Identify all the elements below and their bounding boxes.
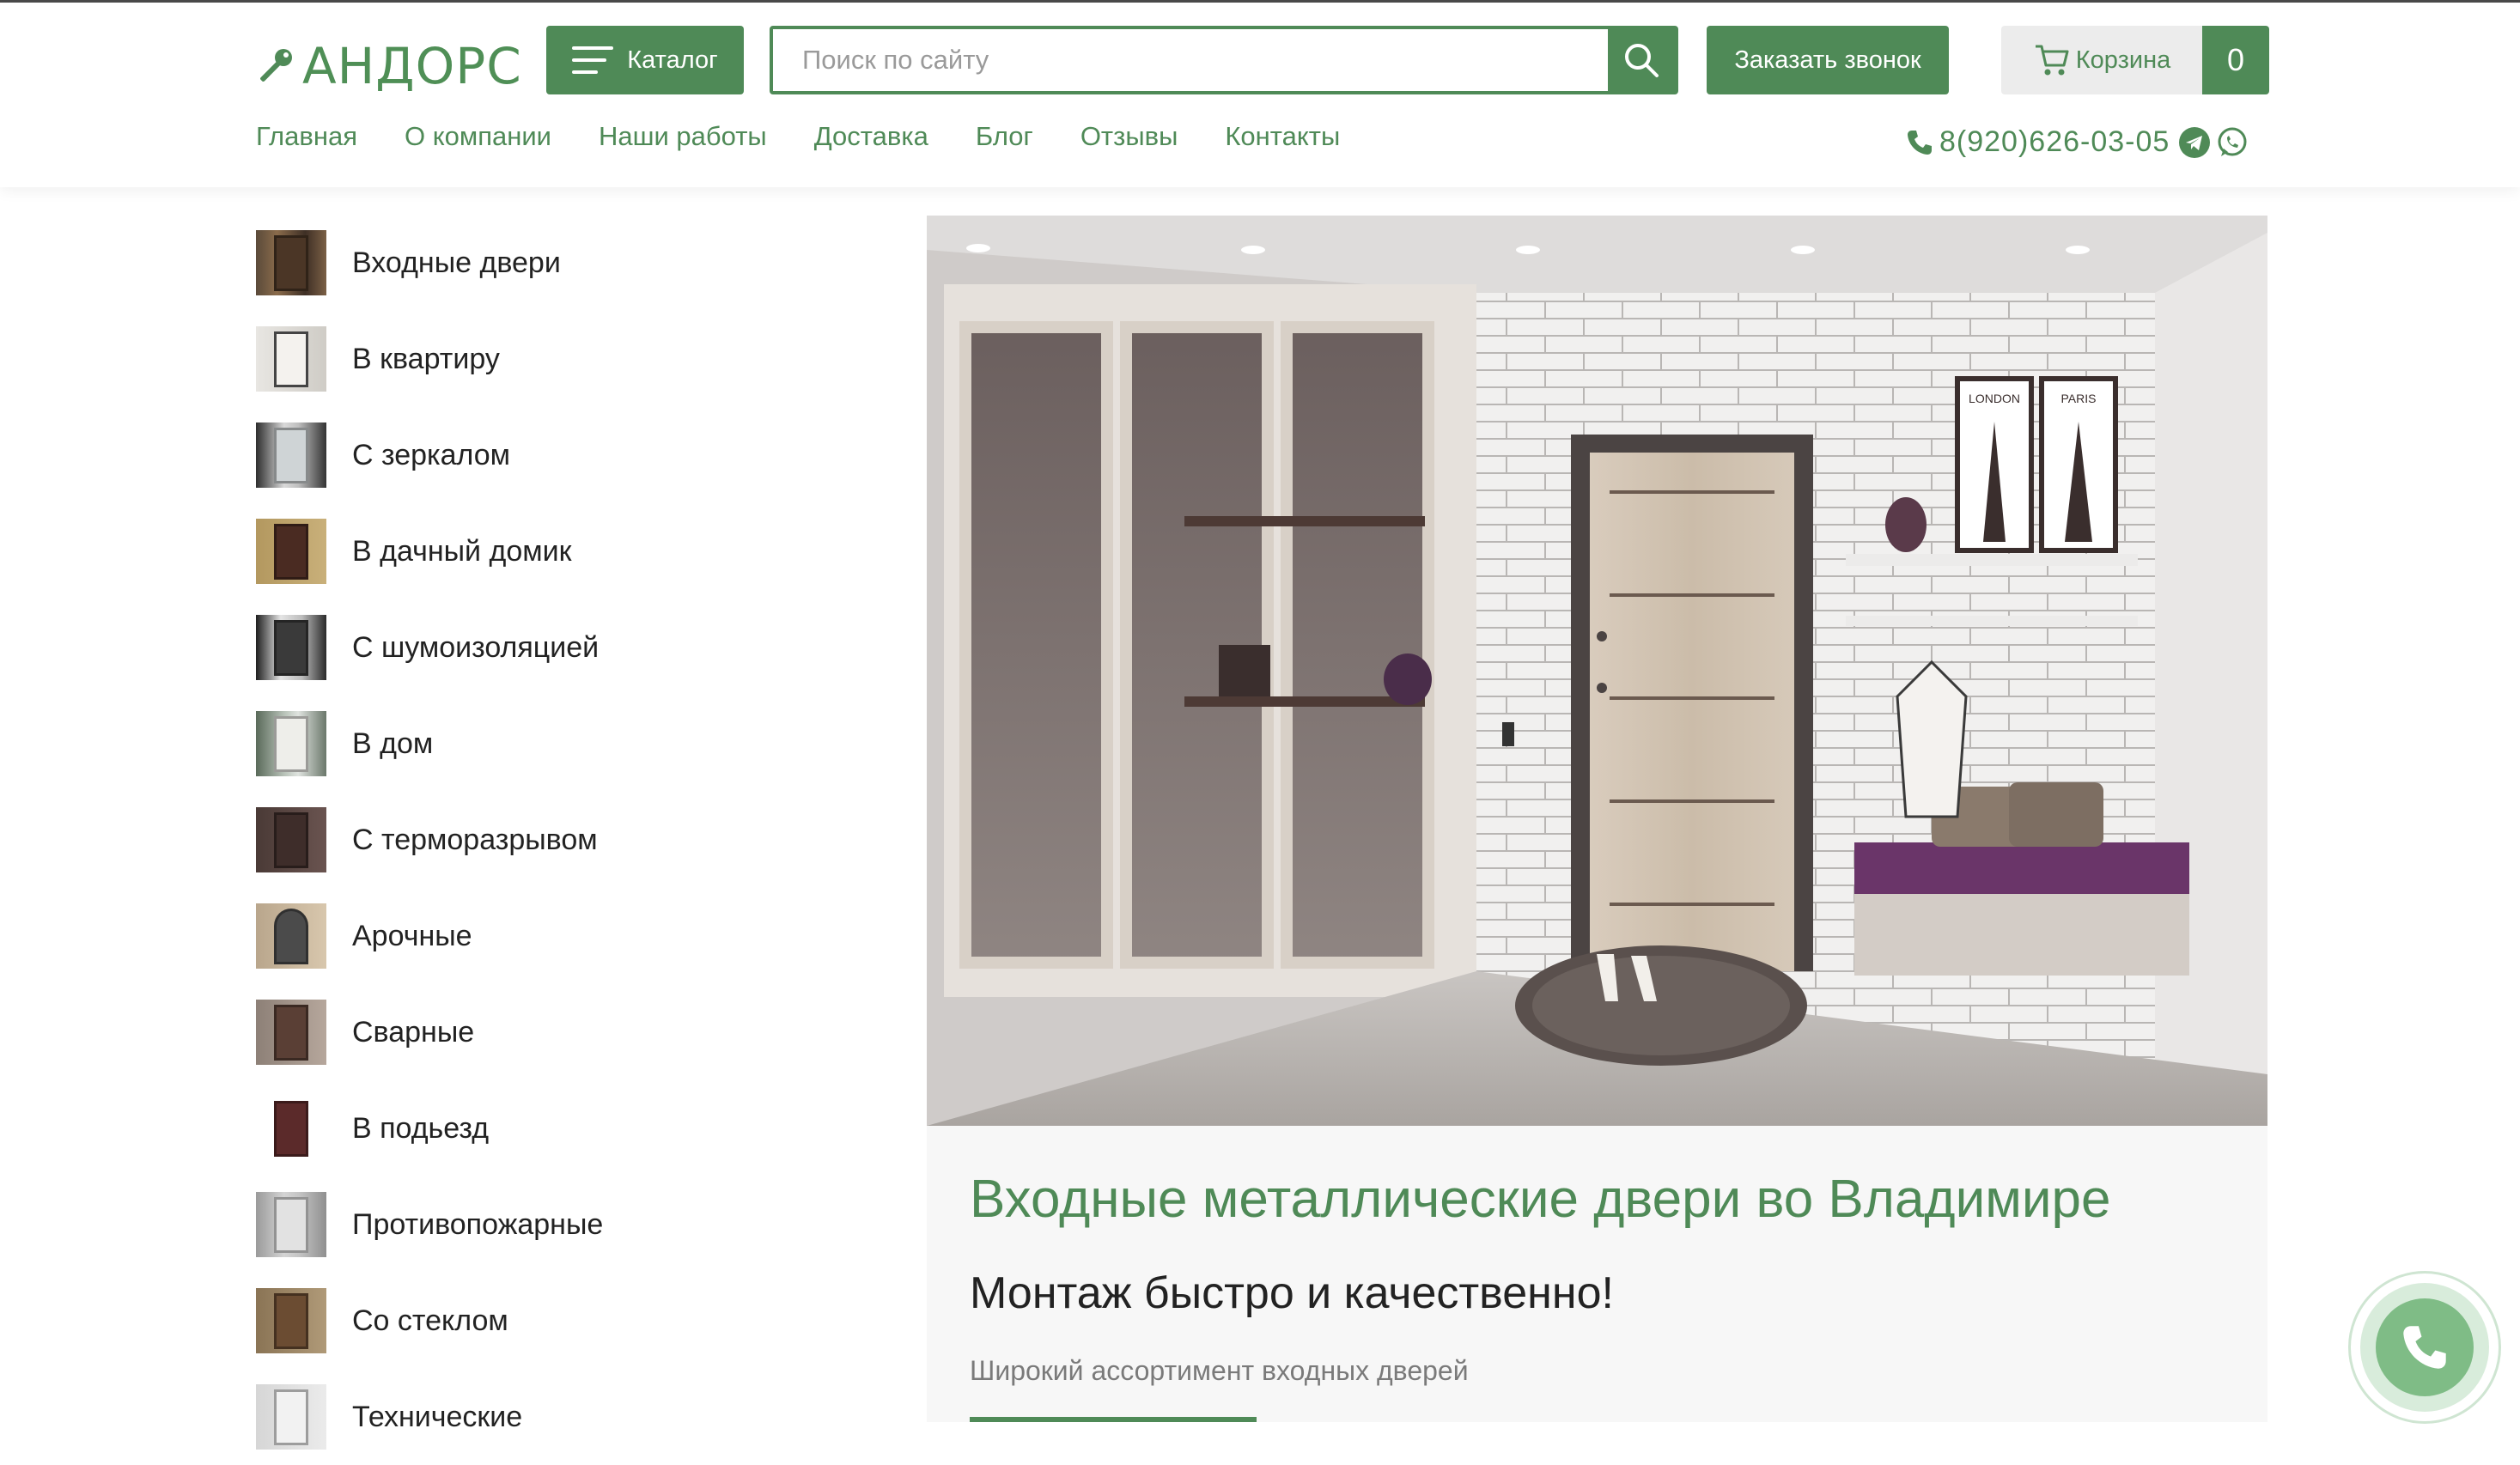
hero-subtitle: Монтаж быстро и качественно!	[970, 1268, 1614, 1318]
menu-icon	[572, 46, 614, 74]
category-label: В подьезд	[352, 1111, 490, 1145]
hero-title: Входные металлические двери во Владимире	[970, 1170, 2111, 1229]
category-thumbnail	[256, 1192, 326, 1257]
category-item-glass[interactable]: Со стеклом	[256, 1273, 737, 1369]
nav-item-works[interactable]: Наши работы	[599, 121, 767, 152]
category-thumbnail	[256, 519, 326, 584]
category-thumbnail	[256, 1096, 326, 1161]
category-thumbnail	[256, 1000, 326, 1065]
category-item-mirror[interactable]: С зеркалом	[256, 407, 737, 503]
whatsapp-icon[interactable]	[2216, 126, 2249, 159]
category-thumbnail	[256, 807, 326, 872]
category-item-apartment[interactable]: В квартиру	[256, 311, 737, 407]
nav-item-about[interactable]: О компании	[405, 121, 551, 152]
phone-block: 8(920)626-03-05	[1905, 125, 2249, 159]
category-item-entrance[interactable]: Входные двери	[256, 215, 737, 311]
logo-text: АНДОРС	[302, 37, 522, 95]
category-label: В дачный домик	[352, 534, 572, 568]
category-thumbnail	[256, 615, 326, 680]
phone-icon	[2403, 1326, 2446, 1369]
category-item-welded[interactable]: Сварные	[256, 984, 737, 1080]
nav-item-reviews[interactable]: Отзывы	[1080, 121, 1178, 152]
catalog-button[interactable]: Каталог	[546, 26, 744, 94]
phone-icon	[1908, 130, 1932, 155]
cart-button[interactable]: Корзина	[2001, 26, 2202, 94]
category-label: Технические	[352, 1400, 523, 1433]
category-item-soundproof[interactable]: С шумоизоляцией	[256, 599, 737, 696]
search-input[interactable]	[773, 29, 1608, 91]
nav-item-contacts[interactable]: Контакты	[1225, 121, 1340, 152]
hero-info-panel: Входные металлические двери во Владимире…	[927, 1126, 2267, 1422]
floating-call-button[interactable]	[2348, 1271, 2501, 1424]
category-label: В квартиру	[352, 342, 500, 375]
category-label: С зеркалом	[352, 438, 511, 471]
search-button[interactable]	[1608, 29, 1675, 91]
call-button-ring	[2360, 1283, 2489, 1412]
category-item-country-house[interactable]: В дачный домик	[256, 503, 737, 599]
category-item-house[interactable]: В дом	[256, 696, 737, 792]
nav-item-blog[interactable]: Блог	[976, 121, 1033, 152]
category-thumbnail	[256, 711, 326, 776]
category-label: Противопожарные	[352, 1207, 604, 1241]
category-sidebar: Входные двери В квартиру С зеркалом В да…	[256, 215, 737, 1465]
site-header: АНДОРС Каталог Заказать звонок Корзина 0…	[0, 3, 2520, 187]
category-label: В дом	[352, 726, 434, 760]
hero-description: Широкий ассортимент входных дверей	[970, 1355, 1469, 1386]
category-item-thermal-break[interactable]: С терморазрывом	[256, 792, 737, 888]
search-box	[770, 26, 1678, 94]
category-label: Входные двери	[352, 246, 561, 279]
key-icon	[260, 49, 292, 82]
category-label: С терморазрывом	[352, 823, 598, 856]
logo[interactable]: АНДОРС	[256, 37, 522, 95]
search-icon	[1625, 44, 1659, 77]
category-thumbnail	[256, 326, 326, 392]
main-nav: Главная О компании Наши работы Доставка …	[256, 121, 1387, 152]
category-item-technical[interactable]: Технические	[256, 1369, 737, 1465]
telegram-icon[interactable]	[2178, 126, 2211, 159]
cart-icon	[2035, 45, 2069, 76]
order-call-button[interactable]: Заказать звонок	[1707, 26, 1949, 94]
category-thumbnail	[256, 422, 326, 488]
cart-label: Корзина	[2075, 46, 2171, 74]
category-thumbnail	[256, 230, 326, 295]
category-thumbnail	[256, 1288, 326, 1353]
cart-count-badge: 0	[2202, 26, 2269, 94]
poster-paris-text: PARIS	[2061, 392, 2097, 405]
category-label: Сварные	[352, 1015, 475, 1049]
category-thumbnail	[256, 903, 326, 969]
hero-image: LONDON PARIS	[927, 216, 2267, 1126]
category-thumbnail	[256, 1384, 326, 1450]
phone-number[interactable]: 8(920)626-03-05	[1939, 125, 2170, 159]
category-label: Арочные	[352, 919, 472, 952]
category-label: Со стеклом	[352, 1304, 508, 1337]
catalog-button-label: Каталог	[627, 46, 718, 74]
hallway-illustration: LONDON PARIS	[927, 216, 2267, 1126]
cart[interactable]: Корзина 0	[2001, 26, 2269, 94]
category-item-fireproof[interactable]: Противопожарные	[256, 1176, 737, 1273]
nav-item-delivery[interactable]: Доставка	[814, 121, 928, 152]
category-item-entrance-hall[interactable]: В подьезд	[256, 1080, 737, 1176]
category-label: С шумоизоляцией	[352, 630, 600, 664]
nav-item-home[interactable]: Главная	[256, 121, 357, 152]
call-button-inner	[2376, 1298, 2474, 1396]
poster-london-text: LONDON	[1969, 392, 2020, 405]
category-item-arched[interactable]: Арочные	[256, 888, 737, 984]
hero-underline	[970, 1417, 1257, 1422]
